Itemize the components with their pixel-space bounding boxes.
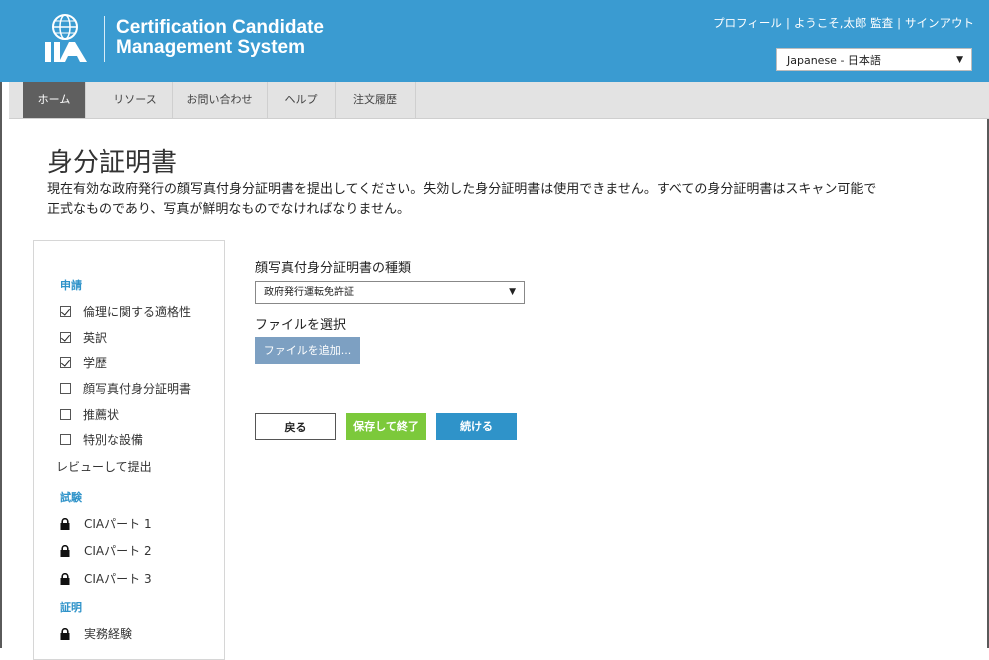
app-title-line1: Certification Candidate (116, 17, 324, 38)
save-and-exit-button[interactable]: 保存して終了 (346, 413, 426, 440)
section-exam: 試験 (60, 491, 82, 504)
app-title-line2: Management System (116, 37, 306, 58)
nav-contact[interactable]: お問い合わせ (172, 82, 268, 118)
sidebar-item-label: 推薦状 (83, 408, 120, 422)
user-links: プロフィール | ようこそ,太郎 監査 | サインアウト (713, 15, 974, 31)
sidebar-item-label: 英訳 (83, 331, 108, 345)
sidebar-item-photo-id[interactable]: 顔写真付身分証明書 (60, 380, 191, 397)
nav-resources[interactable]: リソース (98, 82, 173, 118)
lock-icon (60, 544, 70, 557)
language-select[interactable]: Japanese - 日本語 ▼ (776, 48, 972, 71)
separator: | (897, 16, 901, 30)
site-header: Certification Candidate Management Syste… (0, 0, 989, 82)
nav-help[interactable]: ヘルプ (267, 82, 336, 118)
file-select-label: ファイルを選択 (255, 318, 347, 333)
checkbox-checked-icon (60, 306, 71, 317)
section-certification: 証明 (60, 601, 82, 614)
checkbox-unchecked-icon (60, 383, 71, 394)
profile-link[interactable]: プロフィール (713, 16, 782, 30)
add-file-button[interactable]: ファイルを追加... (255, 337, 360, 364)
nav-order-history[interactable]: 注文履歴 (335, 82, 416, 118)
sidebar-item-label: 実務経験 (84, 627, 133, 641)
lock-icon (60, 572, 70, 585)
welcome-text: ようこそ,太郎 監査 (793, 16, 894, 30)
sidebar-item-label: CIAパート 1 (84, 517, 152, 531)
sidebar-item-cia-part1: CIAパート 1 (60, 515, 152, 532)
page-title: 身分証明書 (47, 148, 178, 178)
sidebar-item-label: 顔写真付身分証明書 (83, 382, 192, 396)
intro-text: 現在有効な政府発行の顔写真付身分証明書を提出してください。失効した身分証明書は使… (47, 180, 917, 220)
left-frame-border (0, 82, 2, 648)
sidebar-item-education[interactable]: 学歴 (60, 354, 107, 371)
sidebar-item-label: 学歴 (83, 356, 108, 370)
checkbox-unchecked-icon (60, 409, 71, 420)
lock-icon (60, 517, 70, 530)
sidebar-item-label: CIAパート 3 (84, 572, 152, 586)
checkbox-checked-icon (60, 357, 71, 368)
sidebar-item-accommodations[interactable]: 特別な設備 (60, 431, 143, 448)
separator: | (785, 16, 790, 30)
back-button[interactable]: 戻る (255, 413, 336, 440)
sidebar-item-work-experience: 実務経験 (60, 625, 132, 642)
section-apply: 申請 (60, 279, 82, 292)
sidebar-item-ethics[interactable]: 倫理に関する適格性 (60, 303, 191, 320)
continue-button[interactable]: 続ける (436, 413, 517, 440)
doc-type-select[interactable]: 政府発行運転免許証 ▼ (255, 281, 525, 304)
lock-icon (60, 627, 70, 640)
intro-line-1: 現在有効な政府発行の顔写真付身分証明書を提出してください。失効した身分証明書は使… (47, 182, 877, 197)
sidebar-item-cia-part2: CIAパート 2 (60, 542, 152, 559)
intro-line-2: 正式なものであり、写真が鮮明なものでなければなりません。 (47, 202, 410, 217)
chevron-down-icon: ▼ (509, 287, 516, 297)
doc-type-label: 顔写真付身分証明書の種類 (255, 261, 412, 276)
nav-home[interactable]: ホーム (23, 82, 86, 118)
progress-sidebar: 申請 倫理に関する適格性 英訳 学歴 顔写真付身分証明書 推薦状 特別な設備 レ… (33, 240, 225, 660)
app-title: Certification Candidate Management Syste… (116, 18, 324, 58)
sidebar-item-label: CIAパート 2 (84, 544, 152, 558)
checkbox-checked-icon (60, 332, 71, 343)
language-select-value: Japanese - 日本語 (787, 54, 881, 67)
sidebar-item-english[interactable]: 英訳 (60, 329, 107, 346)
logo-divider (104, 16, 105, 62)
sidebar-item-review-submit[interactable]: レビューして提出 (56, 458, 152, 475)
iia-logo (45, 14, 87, 62)
sidebar-item-label: 倫理に関する適格性 (83, 305, 192, 319)
main-nav: ホーム リソース お問い合わせ ヘルプ 注文履歴 (9, 82, 989, 119)
sidebar-item-cia-part3: CIAパート 3 (60, 570, 152, 587)
doc-type-select-value: 政府発行運転免許証 (264, 287, 354, 298)
signout-link[interactable]: サインアウト (905, 16, 974, 30)
sidebar-item-label: 特別な設備 (83, 433, 144, 447)
sidebar-item-recommendation[interactable]: 推薦状 (60, 406, 119, 423)
checkbox-unchecked-icon (60, 434, 71, 445)
chevron-down-icon: ▼ (956, 55, 963, 65)
